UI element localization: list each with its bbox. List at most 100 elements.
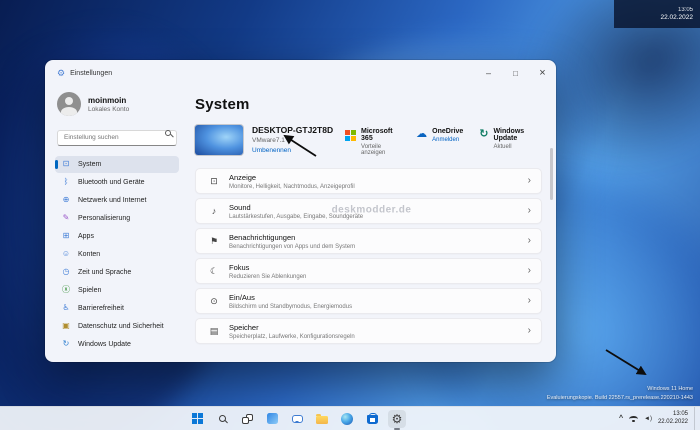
page-title: System [195,96,542,113]
device-model: VMware7.1 [252,137,345,144]
onedrive-card[interactable]: OneDrive Anmelden [416,128,463,156]
taskbar-search-button[interactable] [213,410,231,428]
power-icon [206,297,222,306]
sound-icon [206,207,222,216]
card-subtitle: Anmelden [432,137,463,143]
chat-button[interactable] [288,410,306,428]
device-header: DESKTOP-GTJ2T8D VMware7.1 Umbenennen Mic… [195,125,542,156]
quick-cards: Microsoft 365 Vorteile anzeigen OneDrive… [345,125,542,156]
row-display[interactable]: Anzeige Monitore, Helligkeit, Nachtmodus… [195,168,542,194]
microsoft-365-card[interactable]: Microsoft 365 Vorteile anzeigen [345,128,400,156]
sidebar-item-apps[interactable]: Apps [55,228,179,245]
tray-overflow-chevron-icon[interactable] [619,415,623,422]
window-title: Einstellungen [70,70,112,77]
annotation-arrow-watermark [606,350,645,374]
window-body: moinmoin Lokales Konto System [45,86,556,362]
sidebar-item-label: Apps [78,233,94,240]
bluetooth-icon [61,178,71,186]
build-watermark-build: Evaluierungskopie. Build 22557.rs_prerel… [547,394,693,403]
windows-update-card[interactable]: Windows Update Aktuell [479,128,542,156]
row-title: Anzeige [229,173,355,182]
notifications-icon [206,237,222,246]
edge-button[interactable] [338,410,356,428]
row-subtitle: Bildschirm und Standbymodus, Energiemodu… [229,304,352,310]
network-icon [61,196,71,204]
sidebar-item-personalization[interactable]: Personalisierung [55,210,179,227]
sidebar-item-accounts[interactable]: Konten [55,246,179,263]
clock-date: 22.02.2022 [658,419,688,427]
row-subtitle: Monitore, Helligkeit, Nachtmodus, Anzeig… [229,184,355,190]
row-subtitle: Lautstärkestufen, Ausgabe, Eingabe, Soun… [229,214,363,220]
chevron-right-icon [528,236,531,246]
settings-sidebar: moinmoin Lokales Konto System [45,86,187,362]
sidebar-nav: System Bluetooth und Geräte Netzwerk und… [55,156,179,353]
widgets-button[interactable] [263,410,281,428]
user-avatar [57,92,81,116]
sidebar-item-accessibility[interactable]: Barrierefreiheit [55,300,179,317]
windows-logo-icon [192,413,203,424]
chevron-right-icon [528,326,531,336]
card-title: Windows Update [494,128,542,142]
volume-icon[interactable] [644,416,652,422]
widgets-icon [267,413,278,424]
sidebar-item-system[interactable]: System [55,156,179,173]
row-title: Sound [229,203,363,212]
chevron-right-icon [528,176,531,186]
apps-icon [61,232,71,240]
sidebar-item-windows-update[interactable]: Windows Update [55,336,179,353]
sidebar-item-label: Datenschutz und Sicherheit [78,323,164,330]
sidebar-item-network[interactable]: Netzwerk und Internet [55,192,179,209]
close-button[interactable] [529,60,556,86]
card-title: Microsoft 365 [361,128,400,142]
window-controls [475,60,556,86]
sidebar-item-privacy[interactable]: Datenschutz und Sicherheit [55,318,179,335]
row-storage[interactable]: Speicher Speicherplatz, Laufwerke, Konfi… [195,318,542,344]
sidebar-item-label: Personalisierung [78,215,130,222]
overlay-date: 22.02.2022 [660,14,693,23]
start-button[interactable] [188,410,206,428]
system-tray: 13:05 22.02.2022 [619,407,697,430]
settings-taskbar-button[interactable] [388,410,406,428]
row-power[interactable]: Ein/Aus Bildschirm und Standbymodus, Ene… [195,288,542,314]
rename-link[interactable]: Umbenennen [252,147,345,154]
minimize-button[interactable] [475,60,502,86]
sidebar-item-bluetooth[interactable]: Bluetooth und Geräte [55,174,179,191]
row-sound[interactable]: Sound Lautstärkestufen, Ausgabe, Eingabe… [195,198,542,224]
file-explorer-button[interactable] [313,410,331,428]
user-account-block[interactable]: moinmoin Lokales Konto [57,92,179,116]
search-input[interactable] [57,130,177,146]
scrollbar[interactable] [550,148,553,200]
open-app-indicator [394,428,400,430]
task-view-button[interactable] [238,410,256,428]
gaming-icon [61,286,71,294]
selected-accent-bar [55,160,58,169]
store-button[interactable] [363,410,381,428]
taskbar-clock[interactable]: 13:05 22.02.2022 [658,411,688,427]
accounts-icon [61,250,71,258]
row-subtitle: Reduzieren Sie Ablenkungen [229,274,306,280]
row-notifications[interactable]: Benachrichtigungen Benachrichtigungen vo… [195,228,542,254]
sidebar-item-time-language[interactable]: Zeit und Sprache [55,264,179,281]
sidebar-item-gaming[interactable]: Spielen [55,282,179,299]
row-focus[interactable]: Fokus Reduzieren Sie Ablenkungen [195,258,542,284]
personalization-icon [61,214,71,222]
storage-icon [206,327,222,336]
maximize-button[interactable] [502,60,529,86]
microsoft-365-icon [345,128,356,141]
task-view-icon [242,414,253,424]
row-subtitle: Benachrichtigungen von Apps und dem Syst… [229,244,355,250]
store-icon [367,415,378,424]
card-title: OneDrive [432,128,463,135]
sidebar-item-label: Zeit und Sprache [78,269,131,276]
gear-icon [392,413,403,425]
row-title: Speicher [229,323,355,332]
network-status-icon[interactable] [629,416,638,422]
show-desktop-button[interactable] [694,407,697,430]
onedrive-cloud-icon [416,128,427,140]
row-title: Fokus [229,263,306,272]
clock-time: 13:05 [673,411,688,419]
user-name: moinmoin [88,96,129,105]
datetime-overlay: 13:05 22.02.2022 [614,0,700,28]
window-titlebar[interactable]: Einstellungen [45,60,556,86]
edge-icon [341,413,353,425]
